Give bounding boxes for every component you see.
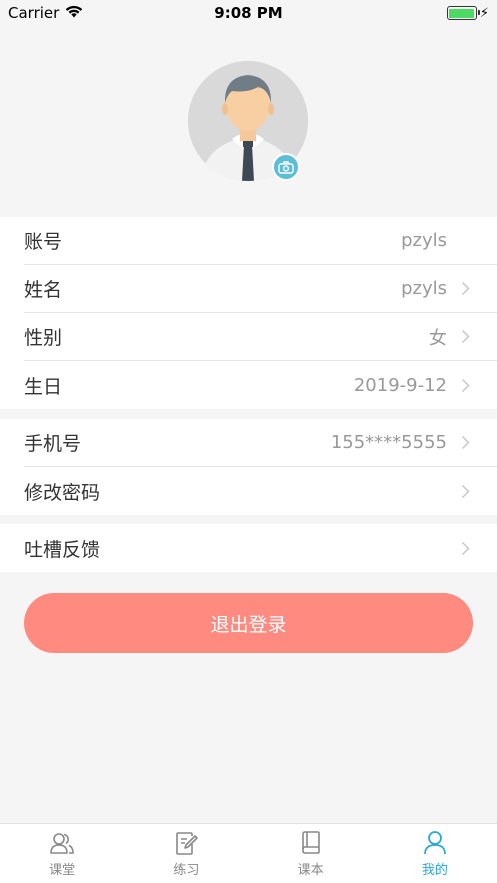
camera-icon [278, 160, 294, 174]
tab-textbook[interactable]: 课本 [249, 824, 373, 883]
battery-icon [446, 6, 480, 20]
practice-icon [176, 831, 199, 855]
account-label: 账号 [24, 231, 63, 253]
name-value: pzyls [401, 278, 447, 299]
carrier-label: Carrier [8, 4, 60, 22]
feedback-row[interactable]: 吐槽反馈 [24, 524, 497, 572]
birthday-row[interactable]: 生日 2019-9-12 [24, 361, 497, 409]
name-label: 姓名 [24, 279, 63, 301]
phone-value: 155****5555 [330, 432, 447, 453]
logout-button[interactable]: 退出登录 [24, 593, 473, 653]
textbook-icon [301, 830, 320, 854]
security-group: 手机号 155****5555 修改密码 [0, 419, 497, 515]
gender-row[interactable]: 性别 女 [24, 313, 497, 361]
change-password-row[interactable]: 修改密码 [24, 467, 497, 515]
account-info-group: 账号 pzyls 姓名 pzyls 性别 女 生日 2019-9-12 [0, 217, 497, 409]
account-value: pzyls [401, 230, 447, 251]
name-row[interactable]: 姓名 pzyls [24, 265, 497, 313]
profile-icon [423, 830, 446, 854]
tab-practice-label: 练习 [173, 862, 200, 878]
tab-profile[interactable]: 我的 [373, 824, 497, 883]
chevron-right-icon [457, 435, 473, 451]
gender-label: 性别 [24, 327, 63, 349]
chevron-right-icon [457, 281, 473, 297]
tab-textbook-label: 课本 [297, 862, 324, 878]
chevron-right-icon [457, 329, 473, 345]
chevron-right-icon [457, 540, 473, 556]
gender-value: 女 [429, 327, 447, 349]
tab-practice[interactable]: 练习 [124, 824, 248, 883]
feedback-label: 吐槽反馈 [24, 538, 101, 561]
birthday-label: 生日 [24, 375, 63, 398]
tab-classroom-label: 课堂 [49, 862, 76, 878]
tab-bar: 课堂 练习 课本 我的 [0, 823, 497, 883]
account-row: 账号 pzyls [24, 217, 497, 265]
status-bar: Carrier 9:08 PM ⚡ [0, 0, 497, 26]
birthday-value: 2019-9-12 [353, 374, 447, 396]
charging-icon: ⚡ [479, 5, 489, 21]
feedback-group: 吐槽反馈 [0, 524, 497, 572]
tab-profile-label: 我的 [421, 862, 448, 878]
phone-row[interactable]: 手机号 155****5555 [24, 419, 497, 467]
change-password-label: 修改密码 [24, 481, 101, 504]
chevron-right-icon [457, 377, 473, 393]
phone-label: 手机号 [24, 433, 82, 455]
wifi-icon [65, 4, 83, 22]
classroom-icon [50, 832, 74, 854]
tab-classroom[interactable]: 课堂 [0, 824, 124, 883]
chevron-right-icon [457, 483, 473, 499]
avatar-container[interactable] [188, 61, 308, 181]
camera-button[interactable] [272, 153, 300, 181]
